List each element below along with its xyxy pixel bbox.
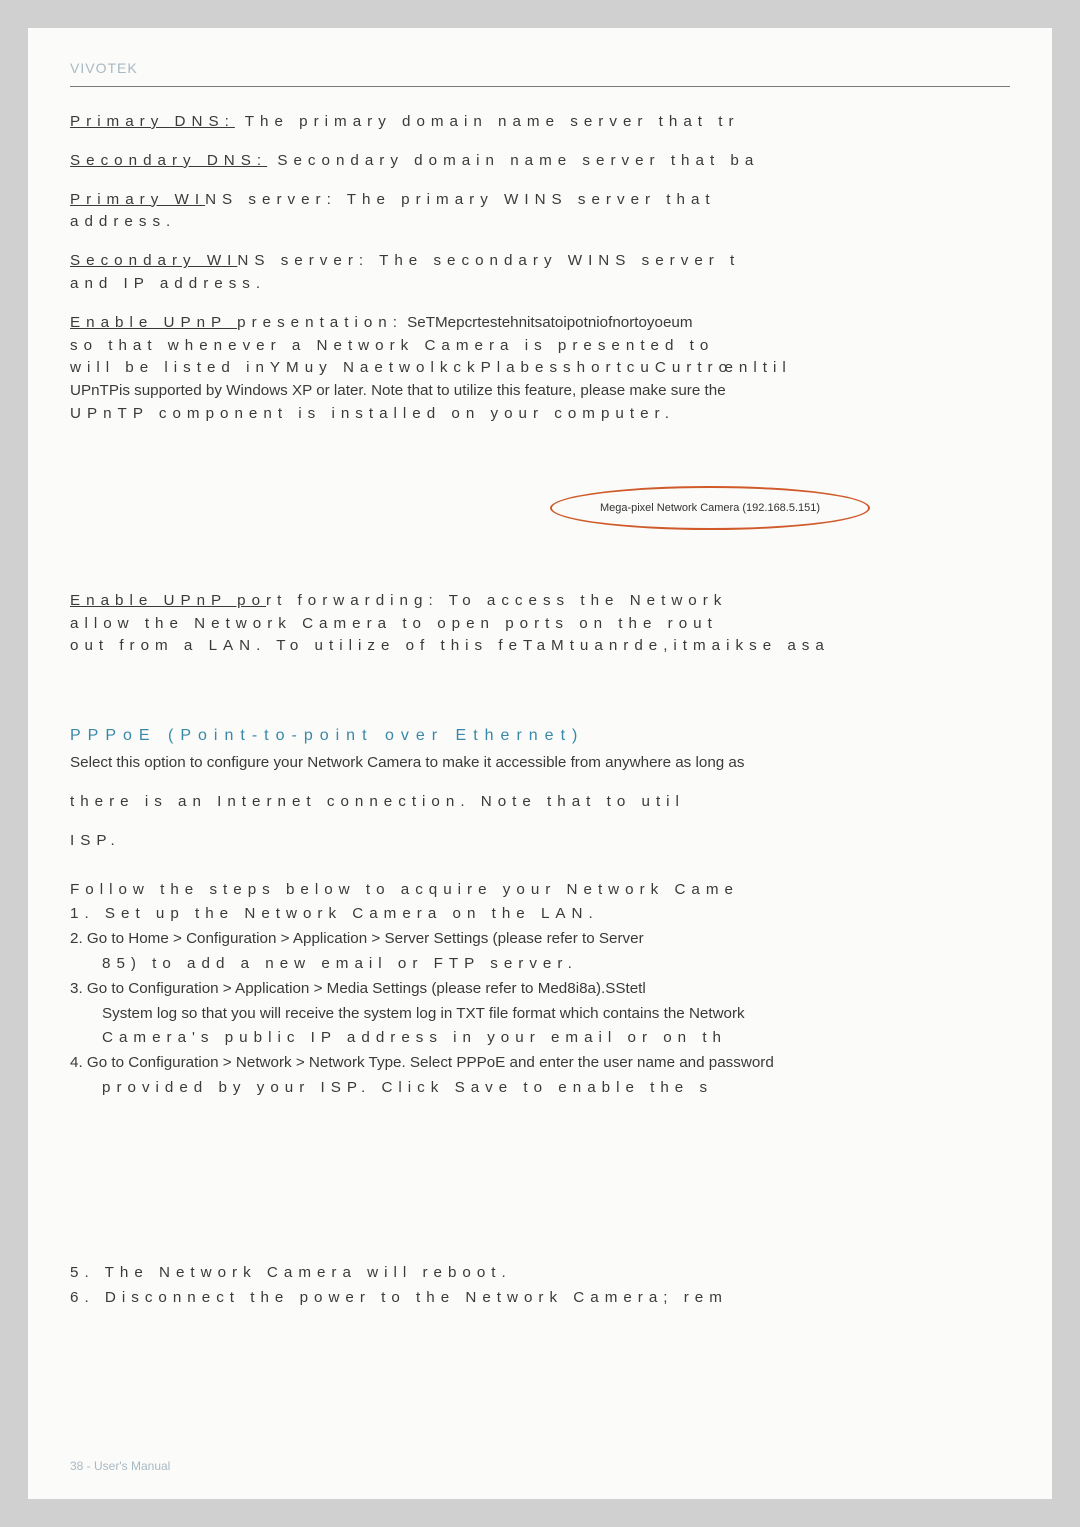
step-5: 5. The Network Camera will reboot. [70, 1262, 1010, 1285]
steps-block-2: 5. The Network Camera will reboot. 6. Di… [70, 1262, 1010, 1310]
camera-shortcut-text: Mega-pixel Network Camera (192.168.5.151… [600, 500, 820, 517]
upnp-present-label: Enable UPnP [70, 314, 237, 331]
upnp-port-label-rest: rt forwarding: [266, 592, 439, 609]
page-container: VIVOTEK Primary DNS: The primary domain … [28, 28, 1052, 1499]
brand-label: VIVOTEK [70, 60, 1010, 76]
secondary-dns-line: Secondary DNS: Secondary domain name ser… [70, 150, 1010, 173]
upnp-port-text: To access the Network [439, 592, 728, 609]
upnp-present-line2: so that whenever a Network Camera is pre… [70, 337, 714, 354]
secondary-dns-text: Secondary domain name server that ba [267, 152, 759, 169]
upnp-presentation-block: Enable UPnP presentation: SeTMepcrtesteh… [70, 312, 1010, 426]
primary-wins-line2: address. [70, 213, 176, 230]
step-4b: provided by your ISP. Click Save to enab… [70, 1077, 1010, 1100]
upnp-present-label-rest: presentation: [237, 314, 403, 331]
upnp-present-line4: UPnTPis supported by Windows XP or later… [70, 382, 726, 399]
camera-shortcut-oval: Mega-pixel Network Camera (192.168.5.151… [550, 486, 870, 530]
page-header: VIVOTEK [28, 28, 1052, 91]
primary-wins-label-rest: NS server: [205, 191, 337, 208]
upnp-present-text: SeTMepcrtestehnitsatoipotniofnortoyoeum [403, 314, 693, 331]
header-separator [70, 86, 1010, 87]
step-2b: 85) to add a new email or FTP server. [70, 953, 1010, 976]
upnp-present-line5: UPnTP component is installed on your com… [70, 405, 675, 422]
upnp-present-line3: will be listed inYMuy NaetwolkckPlabessh… [70, 359, 792, 376]
page-footer: 38 - User's Manual [70, 1459, 170, 1473]
pppoe-intro1: Select this option to configure your Net… [70, 752, 1010, 775]
steps-intro: Follow the steps below to acquire your N… [70, 879, 1010, 902]
step-2a: 2. Go to Home > Configuration > Applicat… [70, 928, 1010, 951]
secondary-wins-text: The secondary WINS server t [369, 252, 740, 269]
step-1: 1. Set up the Network Camera on the LAN. [70, 903, 1010, 926]
primary-wins-block: Primary WINS server: The primary WINS se… [70, 189, 1010, 235]
upnp-port-block: Enable UPnP port forwarding: To access t… [70, 590, 1010, 658]
primary-dns-text: The primary domain name server that tr [235, 113, 740, 130]
secondary-dns-label: Secondary DNS: [70, 152, 267, 169]
pppoe-section-title: PPPoE (Point-to-point over Ethernet) [70, 724, 1010, 748]
pppoe-intro3: ISP. [70, 830, 1010, 853]
pppoe-intro2: there is an Internet connection. Note th… [70, 791, 1010, 814]
secondary-wins-label-rest: NS server: [237, 252, 369, 269]
step-3a: 3. Go to Configuration > Application > M… [70, 978, 1010, 1001]
secondary-wins-block: Secondary WINS server: The secondary WIN… [70, 250, 1010, 296]
step-3b: System log so that you will receive the … [70, 1003, 1010, 1026]
secondary-wins-line2: and IP address. [70, 275, 266, 292]
step-3c: Camera's public IP address in your email… [70, 1027, 1010, 1050]
primary-dns-line: Primary DNS: The primary domain name ser… [70, 111, 1010, 134]
primary-wins-label-u: Primary WI [70, 191, 205, 208]
secondary-wins-label-u: Secondary WI [70, 252, 237, 269]
camera-shortcut-illustration: Mega-pixel Network Camera (192.168.5.151… [410, 486, 1010, 530]
upnp-port-line2: allow the Network Camera to open ports o… [70, 615, 718, 632]
primary-wins-text: The primary WINS server that [337, 191, 716, 208]
step-2a-text: 2. Go to Home > Configuration > Applicat… [70, 930, 644, 947]
step-4a: 4. Go to Configuration > Network > Netwo… [70, 1052, 1010, 1075]
upnp-port-line3: out from a LAN. To utilize of this feTaM… [70, 637, 830, 654]
primary-dns-label: Primary DNS: [70, 113, 235, 130]
steps-block: Follow the steps below to acquire your N… [70, 879, 1010, 1100]
step-6: 6. Disconnect the power to the Network C… [70, 1287, 1010, 1310]
upnp-port-label: Enable UPnP po [70, 592, 266, 609]
page-content: Primary DNS: The primary domain name ser… [28, 91, 1052, 1309]
